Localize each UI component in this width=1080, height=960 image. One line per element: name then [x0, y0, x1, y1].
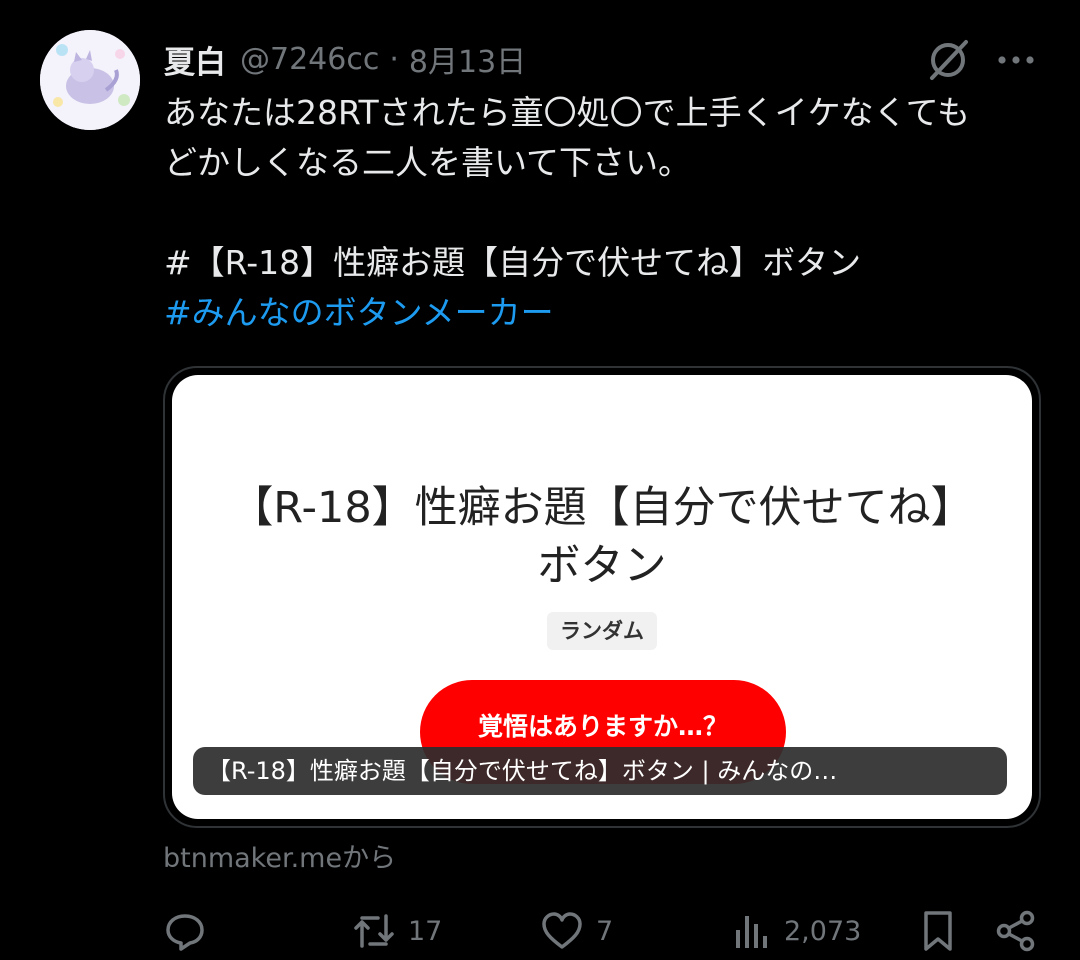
share-icon — [996, 910, 1035, 952]
card-caption: 【R-18】性癖お題【自分で伏せてね】ボタン | みんなの… — [193, 747, 1007, 795]
views-icon — [736, 916, 767, 948]
tweet-date[interactable]: 8月13日 — [409, 37, 526, 81]
tweet-text: あなたは28RTされたら童〇処〇で上手くイケなくても どかしくなる二人を書いて下… — [164, 88, 1044, 338]
retweet-icon — [354, 914, 394, 948]
share-button[interactable] — [994, 906, 1038, 956]
card-source[interactable]: btnmaker.meから — [163, 836, 396, 875]
views-button[interactable]: 2,073 — [732, 906, 861, 956]
separator-dot: · — [389, 41, 399, 77]
like-count: 7 — [596, 915, 614, 947]
reply-button[interactable] — [164, 906, 218, 956]
author-name[interactable]: 夏白 — [164, 37, 226, 82]
avatar[interactable] — [40, 30, 140, 130]
card-title: 【R-18】性癖お題【自分で伏せてね】 ボタン — [172, 479, 1032, 595]
retweet-button[interactable]: 17 — [352, 906, 442, 956]
hashtag-link[interactable]: #みんなのボタンメーカー — [164, 288, 1044, 338]
reply-icon — [166, 914, 204, 951]
hashtag-text: #【R-18】性癖お題【自分で伏せてね】ボタン — [164, 243, 862, 282]
more-icon[interactable] — [994, 42, 1038, 78]
like-button[interactable]: 7 — [540, 906, 613, 956]
card-title-line: ボタン — [537, 541, 667, 591]
tweet-text-line: あなたは28RTされたら童〇処〇で上手くイケなくても — [164, 93, 971, 132]
views-count: 2,073 — [784, 915, 862, 947]
tweet-header: 夏白 @7246cc · 8月13日 — [164, 34, 526, 84]
grok-icon[interactable] — [924, 36, 972, 84]
card-tag: ランダム — [547, 612, 657, 650]
retweet-count: 17 — [408, 915, 443, 947]
avatar-image — [40, 30, 140, 130]
bookmark-button[interactable] — [918, 906, 958, 956]
author-handle[interactable]: @7246cc — [240, 42, 379, 77]
bookmark-icon — [924, 911, 952, 951]
tweet-text-line: どかしくなる二人を書いて下さい。 — [164, 143, 692, 182]
like-icon — [542, 912, 582, 949]
card-title-line: 【R-18】性癖お題【自分で伏せてね】 — [230, 483, 974, 533]
